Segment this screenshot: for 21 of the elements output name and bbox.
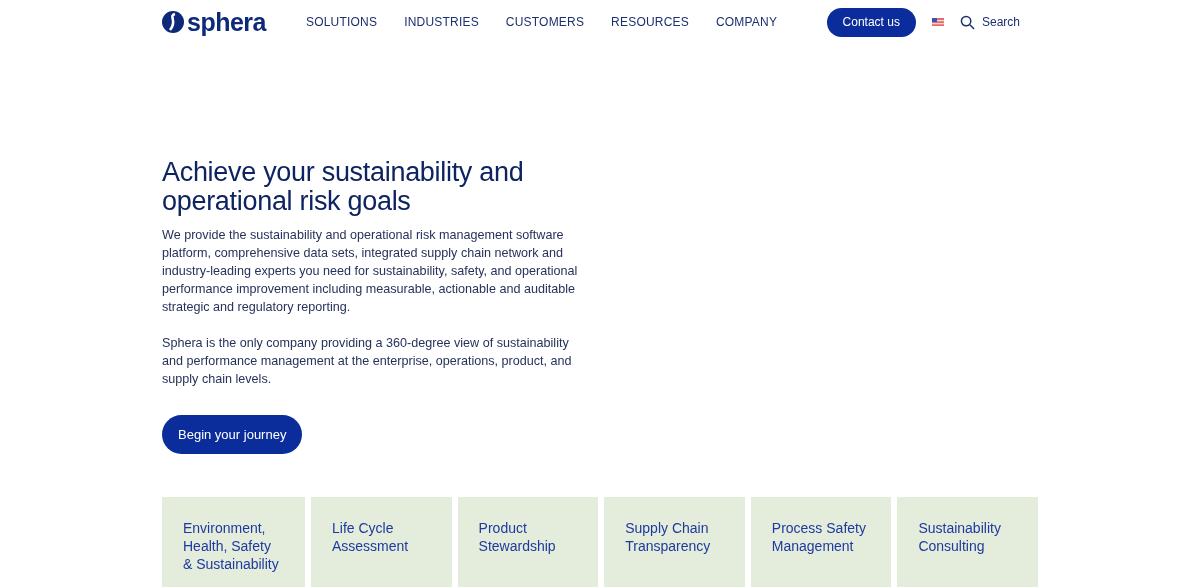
nav-link[interactable]: SOLUTIONS xyxy=(306,15,378,29)
nav-link[interactable]: COMPANY xyxy=(715,15,778,29)
solution-card[interactable]: Life Cycle Assessment xyxy=(311,497,452,587)
nav-link[interactable]: CUSTOMERS xyxy=(505,15,585,29)
flag-icon[interactable] xyxy=(931,18,944,26)
logo[interactable]: sphera xyxy=(162,7,306,37)
solution-card[interactable]: Supply Chain Transparency xyxy=(604,497,745,587)
solution-card[interactable]: Environment, Health, Safety & Sustainability xyxy=(162,497,305,587)
nav-link[interactable]: INDUSTRIES xyxy=(404,15,479,29)
solution-card[interactable]: Process Safety Management xyxy=(750,497,892,587)
contact-button[interactable]: Contact us xyxy=(826,7,916,37)
search-icon xyxy=(959,14,975,30)
begin-button[interactable]: Begin your journey xyxy=(162,415,303,454)
logo-icon xyxy=(162,11,184,33)
search-button[interactable]: Search xyxy=(959,14,1020,30)
nav-link[interactable]: RESOURCES xyxy=(611,15,689,29)
solution-card[interactable]: Sustainability Consulting xyxy=(897,497,1038,587)
solution-card[interactable]: Product Stewardship xyxy=(457,497,599,587)
hero-paragraph: Sphera is the only company providing a 360-degree view of sustainability and performance management at the enterprise, operations, product, and supply chain levels. xyxy=(162,335,573,388)
hero-paragraph: We provide the sustainability and operational risk management software platform, comprehensive data sets, integrated supply chain network and industry-leading experts you need for sustainability, safety, and operational performance improvement including measurable, actionable and auditable strategic and regulatory reporting. xyxy=(162,227,579,316)
hero-title: Achieve your sustainability and operational risk goals xyxy=(162,158,525,216)
